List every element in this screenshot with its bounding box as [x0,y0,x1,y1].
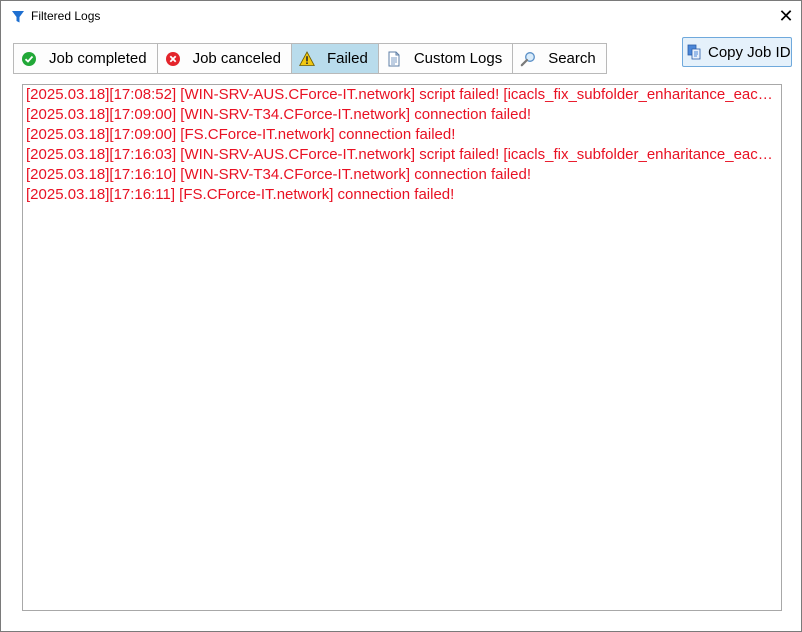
close-button[interactable]: ✕ [771,1,801,31]
tab-search[interactable]: Search [512,43,607,74]
log-entry: [2025.03.18][17:16:10] [WIN-SRV-T34.CFor… [26,166,531,183]
log-entry: [2025.03.18][17:16:11] [FS.CForce-IT.net… [26,186,455,203]
filtered-logs-window: Filtered Logs ✕ Job completed Job cancel… [0,0,802,632]
magnifier-icon [520,51,536,66]
cancel-circle-icon [165,51,180,66]
copy-job-id-label: Copy Job ID [708,43,791,61]
window-title: Filtered Logs [31,9,101,23]
tab-label: Job canceled [192,50,281,67]
log-entry: [2025.03.18][17:09:00] [FS.CForce-IT.net… [26,126,456,143]
tab-failed[interactable]: Failed [290,43,379,74]
log-list[interactable]: [2025.03.18][17:08:52] [WIN-SRV-AUS.CFor… [22,84,782,611]
tab-label: Job completed [49,50,147,67]
warning-icon [298,50,315,66]
tab-label: Failed [326,50,368,67]
log-entry: [2025.03.18][17:16:03] [WIN-SRV-AUS.CFor… [26,146,778,163]
filter-icon [12,11,24,23]
tab-custom-logs[interactable]: Custom Logs [377,43,514,74]
check-circle-icon [22,51,36,66]
log-entry: [2025.03.18][17:08:52] [WIN-SRV-AUS.CFor… [26,86,778,103]
copy-icon [687,44,701,60]
log-entry: [2025.03.18][17:09:00] [WIN-SRV-T34.CFor… [26,106,531,123]
tab-label: Search [548,50,596,67]
document-icon [388,51,400,66]
tab-label: Custom Logs [413,50,503,67]
tab-job-completed[interactable]: Job completed [13,43,158,74]
tab-job-canceled[interactable]: Job canceled [156,43,292,74]
close-icon: ✕ [778,5,794,26]
title-bar: Filtered Logs ✕ [1,1,801,33]
log-filter-tabs: Job completed Job canceled Failed Custom… [13,43,607,74]
copy-job-id-button[interactable]: Copy Job ID [682,37,792,67]
